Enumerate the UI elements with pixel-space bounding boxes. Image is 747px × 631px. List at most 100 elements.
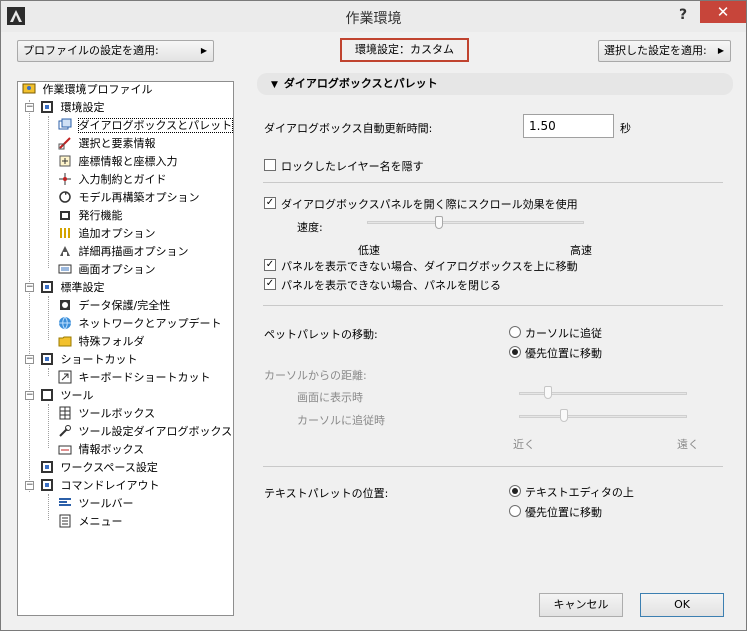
speed-label: 速度:	[297, 221, 323, 234]
tree-root[interactable]: 作業環境プロファイル	[22, 82, 153, 98]
tree-item-constraints[interactable]: 入力制約とガイド	[58, 172, 167, 188]
text-editor-radio[interactable]	[509, 485, 521, 497]
globe-icon	[59, 316, 71, 330]
dist-follow-thumb[interactable]	[560, 409, 569, 422]
tree-item-rebuild[interactable]: モデル再構築オプション	[58, 190, 200, 206]
apply-selected-dropdown[interactable]: 選択した設定を適用: ▶	[598, 40, 731, 62]
preferences-window: 作業環境 ? ✕ プロファイルの設定を適用: ▶ 環境設定：カスタム 選択した設…	[0, 0, 747, 631]
redraw-icon	[60, 246, 70, 256]
tree-item-tools[interactable]: ツール	[40, 388, 94, 404]
divider	[263, 305, 723, 306]
ok-button[interactable]: OK	[640, 593, 724, 617]
speed-slider-thumb[interactable]	[434, 216, 443, 229]
text-preferred-radio[interactable]	[509, 505, 521, 517]
lock-layer-checkbox[interactable]	[264, 159, 276, 171]
menu-icon	[59, 514, 71, 528]
publish-icon	[60, 211, 70, 220]
tree-item-std[interactable]: 標準設定	[40, 280, 105, 296]
profile-tree[interactable]: 作業環境プロファイル − 環境設定 ダイアログボックスとパレット 選択と要素情報…	[17, 81, 234, 616]
tree-item-info-box-label: 情報ボックス	[78, 443, 145, 456]
settings-folder-icon	[41, 353, 53, 365]
tree-item-workspace[interactable]: ワークスペース設定	[40, 460, 158, 476]
tree-root-label: 作業環境プロファイル	[42, 83, 153, 96]
close-panel-label: パネルを表示できない場合、パネルを閉じる	[281, 279, 501, 292]
speed-high-label: 高速	[570, 244, 592, 257]
info-box-icon	[58, 445, 72, 455]
move-up-checkbox[interactable]: ✓	[264, 259, 276, 271]
constraints-icon	[59, 173, 71, 185]
settings-folder-icon	[41, 101, 53, 113]
tree-item-toolbar[interactable]: ツールバー	[58, 496, 134, 512]
tree-item-data-safety-label: データ保護/完全性	[78, 299, 171, 312]
tree-item-dialog-palette[interactable]: ダイアログボックスとパレット	[58, 118, 234, 134]
tree-item-special-folders-label: 特殊フォルダ	[78, 335, 145, 348]
section-header[interactable]: ▼ ダイアログボックスとパレット	[257, 73, 733, 95]
collapse-toggle[interactable]: −	[25, 355, 34, 364]
dist-show-thumb[interactable]	[543, 386, 552, 399]
folder-icon	[58, 336, 72, 347]
tree-item-env[interactable]: 環境設定	[40, 100, 105, 116]
lock-layer-label: ロックしたレイヤー名を隠す	[281, 160, 424, 173]
divider	[263, 466, 723, 467]
pet-preferred-label: 優先位置に移動	[525, 347, 602, 360]
tree-item-toolbox[interactable]: ツールボックス	[58, 406, 155, 422]
tree-item-toolbox-label: ツールボックス	[78, 407, 156, 420]
collapse-toggle[interactable]: −	[25, 481, 34, 490]
tree-item-coordinates[interactable]: 座標情報と座標入力	[58, 154, 178, 170]
tree-item-keyboard-shortcuts[interactable]: キーボードショートカット	[58, 370, 211, 386]
collapse-toggle[interactable]: −	[25, 283, 34, 292]
autoupdate-input[interactable]: 1.50	[523, 114, 614, 138]
tree-item-data-safety[interactable]: データ保護/完全性	[58, 298, 170, 314]
tree-item-menu[interactable]: メニュー	[58, 514, 123, 530]
tree-item-network-label: ネットワークとアップデート	[78, 317, 222, 330]
title-bar: 作業環境 ? ✕	[1, 1, 746, 32]
dialog-palette-icon	[58, 118, 72, 130]
help-button[interactable]: ?	[671, 4, 695, 26]
speed-slider-track[interactable]	[367, 221, 584, 224]
tree-item-publish[interactable]: 発行機能	[58, 208, 123, 224]
dist-follow-track[interactable]	[519, 415, 687, 418]
tree-item-extra-options[interactable]: 追加オプション	[58, 226, 156, 242]
tree-item-tool-settings-label: ツール設定ダイアログボックス	[78, 425, 233, 438]
tree-item-rebuild-label: モデル再構築オプション	[78, 191, 200, 204]
autoupdate-label: ダイアログボックス自動更新時間:	[264, 122, 433, 135]
tree-item-env-label: 環境設定	[60, 101, 105, 114]
tree-item-std-label: 標準設定	[60, 281, 105, 294]
window-title: 作業環境	[345, 11, 402, 27]
tree-item-shortcut[interactable]: ショートカット	[40, 352, 138, 368]
tree-item-constraints-label: 入力制約とガイド	[78, 173, 167, 186]
display-icon	[58, 264, 72, 274]
tree-item-info-box[interactable]: 情報ボックス	[58, 442, 144, 458]
tree-item-special-folders[interactable]: 特殊フォルダ	[58, 334, 145, 350]
pet-follow-radio[interactable]	[509, 326, 521, 338]
tree-item-command-layout[interactable]: コマンドレイアウト	[40, 478, 160, 494]
pet-move-label: ペットパレットの移動:	[264, 328, 378, 341]
collapse-toggle[interactable]: −	[25, 103, 34, 112]
profile-icon	[22, 83, 36, 94]
tree-item-menu-label: メニュー	[78, 515, 123, 528]
scroll-effect-checkbox[interactable]: ✓	[264, 197, 276, 209]
tree-item-redraw[interactable]: 詳細再描画オプション	[58, 244, 189, 260]
collapse-toggle[interactable]: −	[25, 391, 34, 400]
tree-item-selection[interactable]: 選択と要素情報	[58, 136, 156, 152]
triangle-down-icon: ▼	[271, 80, 278, 90]
tree-item-workspace-label: ワークスペース設定	[60, 461, 158, 474]
apply-profile-dropdown[interactable]: プロファイルの設定を適用: ▶	[17, 40, 214, 62]
dist-follow-label: カーソルに追従時	[297, 414, 385, 427]
distance-label: カーソルからの距離:	[264, 369, 367, 382]
tree-item-shortcut-label: ショートカット	[60, 353, 138, 366]
autoupdate-unit: 秒	[620, 122, 631, 135]
tree-item-tool-settings[interactable]: ツール設定ダイアログボックス	[58, 424, 232, 440]
tree-item-network[interactable]: ネットワークとアップデート	[58, 316, 222, 332]
pet-preferred-radio[interactable]	[509, 346, 521, 358]
close-panel-checkbox[interactable]: ✓	[264, 278, 276, 290]
close-button[interactable]: ✕	[700, 1, 746, 23]
settings-folder-icon	[41, 281, 53, 293]
cancel-button[interactable]: キャンセル	[539, 593, 623, 617]
scroll-effect-label: ダイアログボックスパネルを開く際にスクロール効果を使用	[281, 198, 578, 211]
tool-settings-icon	[59, 425, 71, 437]
tree-item-extra-options-label: 追加オプション	[78, 227, 156, 240]
tree-item-publish-label: 発行機能	[78, 209, 123, 222]
tree-item-toolbar-label: ツールバー	[78, 497, 134, 510]
tree-item-display[interactable]: 画面オプション	[58, 262, 156, 278]
